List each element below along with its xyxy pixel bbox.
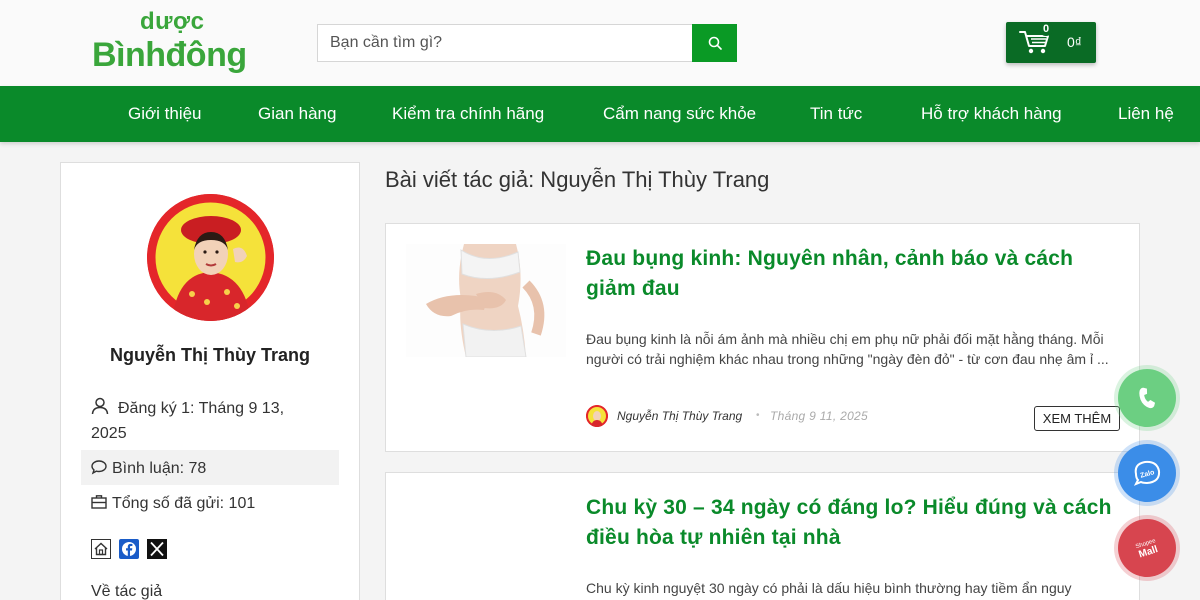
author-name: Nguyễn Thị Thùy Trang <box>109 345 310 365</box>
search-icon <box>708 36 722 50</box>
x-twitter-icon[interactable] <box>147 539 167 559</box>
nav-item-gian-hang[interactable]: Gian hàng <box>258 104 336 124</box>
post-thumbnail[interactable] <box>406 493 566 600</box>
phone-icon <box>1139 387 1156 409</box>
post-title[interactable]: Đau bụng kinh: Nguyên nhân, cảnh báo và … <box>586 244 1116 304</box>
post-excerpt: Chu kỳ kinh nguyệt 30 ngày có phải là dấ… <box>586 580 1072 596</box>
post-thumbnail[interactable] <box>406 244 566 357</box>
main-nav: Giới thiệu Gian hàng Kiểm tra chính hãng… <box>0 86 1200 142</box>
user-icon <box>91 397 109 415</box>
shopee-mall-button[interactable]: Shopee Mall <box>1118 519 1176 577</box>
author-sidebar: Nguyễn Thị Thùy Trang Đăng ký 1: Tháng 9… <box>60 162 360 600</box>
briefcase-icon <box>91 495 107 509</box>
post-card: Đau bụng kinh: Nguyên nhân, cảnh báo và … <box>385 223 1140 452</box>
zalo-icon: Zalo <box>1133 460 1161 486</box>
page-title: Bài viết tác giả: Nguyễn Thị Thùy Trang <box>385 167 770 192</box>
cart-button[interactable]: 0 0₫ <box>1006 22 1096 63</box>
author-avatar <box>147 194 274 321</box>
site-header: dược Bìnhđông 0 0₫ <box>0 0 1200 86</box>
post-date: Tháng 9 11, 2025 <box>770 409 868 423</box>
home-icon[interactable] <box>91 539 111 559</box>
about-author-heading: Về tác giả <box>91 583 163 600</box>
post-author[interactable]: Nguyễn Thị Thùy Trang <box>617 409 742 423</box>
logo-bottom-text: Bìnhđông <box>92 36 247 74</box>
shopee-mall-icon: Shopee Mall <box>1135 538 1160 561</box>
search-button[interactable] <box>692 24 737 62</box>
comment-icon <box>91 460 107 475</box>
logo-top-text: dược <box>140 8 205 35</box>
nav-item-gioi-thieu[interactable]: Giới thiệu <box>128 104 202 124</box>
total-posts: Tổng số đã gửi: 101 <box>112 495 256 512</box>
zalo-button[interactable]: Zalo <box>1118 444 1176 502</box>
cart-count-badge: 0 <box>1039 22 1053 36</box>
comments-count: Bình luận: 78 <box>112 460 207 477</box>
search-input[interactable] <box>317 24 693 62</box>
nav-item-ho-tro-khach-hang[interactable]: Hỗ trợ khách hàng <box>921 104 1062 124</box>
post-author-avatar <box>586 405 608 427</box>
cart-total: 0₫ <box>1067 34 1082 50</box>
post-title[interactable]: Chu kỳ 30 – 34 ngày có đáng lo? Hiểu đún… <box>586 493 1116 553</box>
zalo-label: Zalo <box>1140 469 1156 479</box>
meta-separator: • <box>756 410 760 421</box>
nav-item-lien-he[interactable]: Liên hệ <box>1118 104 1174 124</box>
registered-date-line2: 2025 <box>91 425 127 442</box>
nav-item-tin-tuc[interactable]: Tin tức <box>810 104 862 124</box>
post-card: Chu kỳ 30 – 34 ngày có đáng lo? Hiểu đún… <box>385 472 1140 600</box>
post-excerpt: Đau bụng kinh là nỗi ám ảnh mà nhiều chị… <box>586 331 1109 367</box>
site-logo[interactable]: dược Bìnhđông <box>92 8 247 75</box>
registered-date-line1: Đăng ký 1: Tháng 9 13, <box>118 400 285 417</box>
nav-item-kiem-tra-chinh-hang[interactable]: Kiểm tra chính hãng <box>392 104 544 124</box>
nav-item-cam-nang-suc-khoe[interactable]: Cẩm nang sức khỏe <box>603 104 756 124</box>
call-button[interactable] <box>1118 369 1176 427</box>
read-more-button[interactable]: XEM THÊM <box>1034 406 1120 431</box>
facebook-icon[interactable] <box>119 539 139 559</box>
search-bar <box>317 24 737 62</box>
